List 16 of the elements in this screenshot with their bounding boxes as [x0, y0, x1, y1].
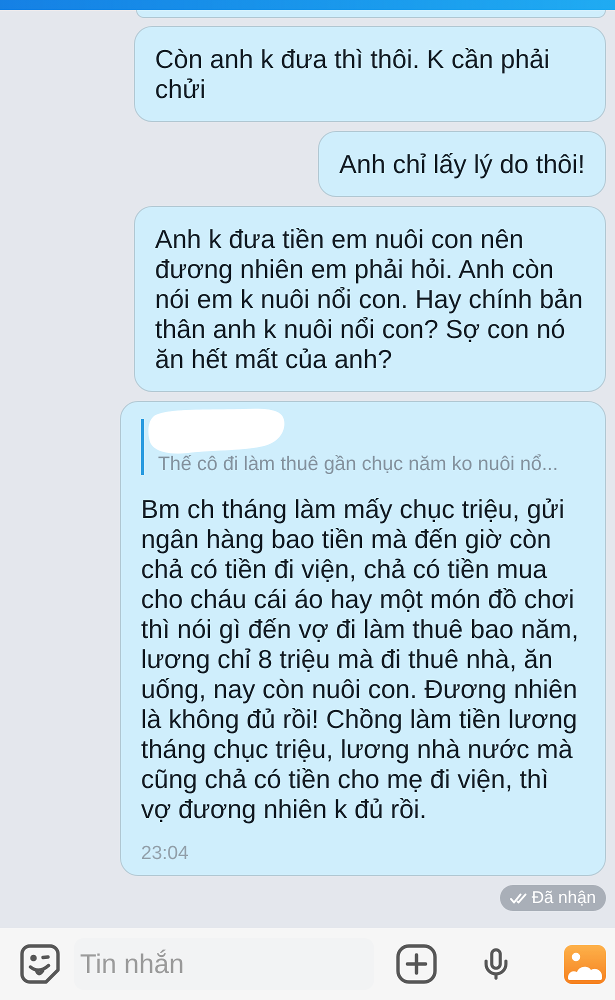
message-text: Bm ch tháng làm mấy chục triệu, gửi ngân hàng bao tiền mà đến giờ còn chả có tiền đi viện, chả có tiền mua cho cháu cái áo hay một món đồ chơi thì nói gì đến vợ đi làm thuê bao năm, lương chỉ 8 triệu mà đi thuê nhà, ăn uống, nay còn nuôi con. Đương nhiên là không đủ rồi! Chồng làm tiền lương tháng chục triệu, lương nhà nước mà cũng chả có tiền cho mẹ đi viện, thì vợ đương nhiên k đủ rồi. [141, 494, 580, 824]
plus-icon [396, 944, 437, 984]
gallery-button[interactable] [564, 944, 606, 984]
sticker-button[interactable] [20, 944, 60, 984]
sticker-face-icon [20, 944, 60, 984]
double-check-icon [510, 892, 527, 904]
message-text: Còn anh k đưa thì thôi. K cần phải chửi [155, 44, 551, 104]
gallery-icon [564, 944, 606, 984]
message-field[interactable]: Tin nhắn [74, 938, 374, 990]
quoted-text: Thế cô đi làm thuê gần chục năm ko nuôi nổ... [158, 453, 559, 475]
message-text: Anh chỉ lấy lý do thôi! [339, 149, 585, 179]
message-text: Anh k đưa tiền em nuôi con nên đương nhiên em phải hỏi. Anh còn nói em k nuôi nổi con. Hay chính bản thân anh k nuôi nổi con? Sợ con nó ăn hết mất của anh? [155, 224, 584, 374]
status-text: Đã nhận [532, 888, 596, 908]
add-button[interactable] [396, 944, 437, 984]
message-time: 23:04 [141, 843, 190, 865]
message-input[interactable]: Tin nhắn [80, 946, 368, 982]
